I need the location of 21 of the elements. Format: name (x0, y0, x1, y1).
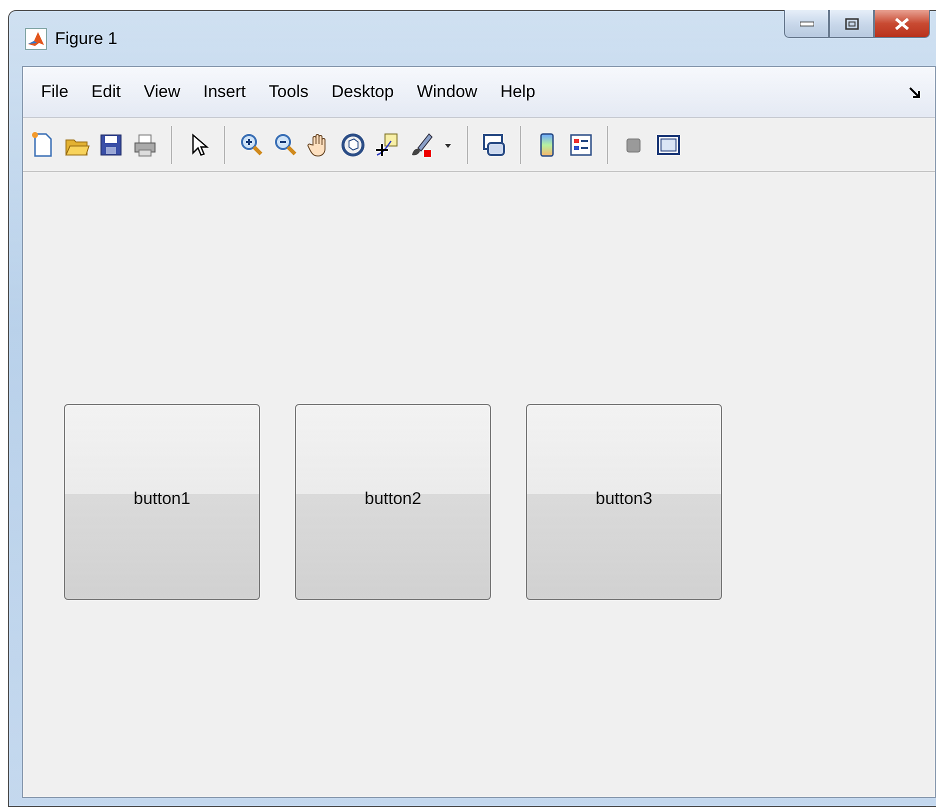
push-button[interactable]: button2 (295, 404, 491, 600)
minimize-icon (800, 20, 814, 26)
app-logo-icon (25, 28, 47, 50)
menu-item[interactable]: View (134, 79, 190, 105)
push-button[interactable]: button3 (526, 404, 722, 600)
minimize-button[interactable] (784, 10, 829, 38)
menu-item[interactable]: Edit (81, 79, 131, 105)
menu-item[interactable]: File (31, 79, 78, 105)
window-title: Figure 1 (55, 28, 118, 48)
close-icon (894, 16, 910, 30)
dock-arrow-icon[interactable] (909, 87, 921, 99)
close-button[interactable] (874, 10, 930, 38)
restore-button[interactable] (829, 10, 874, 38)
menu-item[interactable]: Help (490, 79, 546, 105)
menu-item[interactable]: Insert (193, 79, 256, 105)
restore-icon (844, 18, 858, 30)
menu-item[interactable]: Window (406, 79, 488, 105)
menu-item[interactable]: Tools (258, 79, 318, 105)
push-button[interactable]: button1 (64, 404, 260, 600)
menu-item[interactable]: Desktop (321, 79, 404, 105)
rotate-icon[interactable] (339, 130, 367, 158)
